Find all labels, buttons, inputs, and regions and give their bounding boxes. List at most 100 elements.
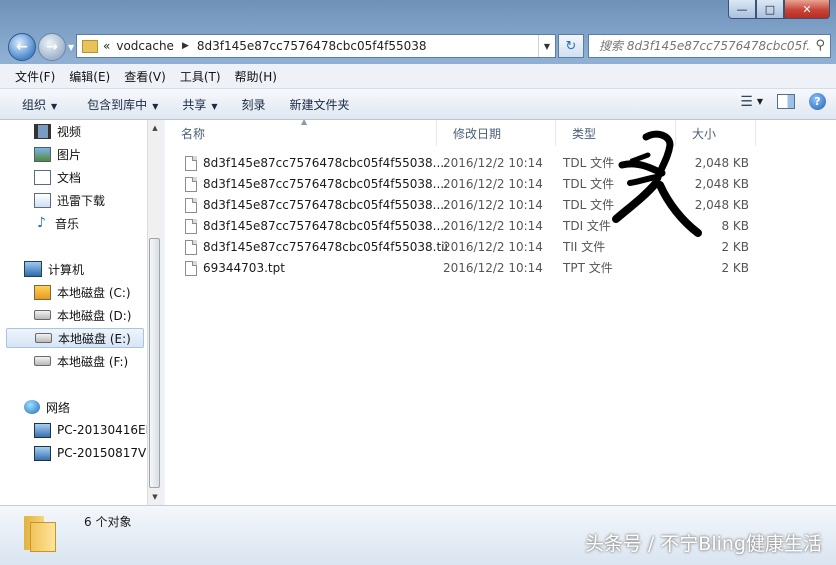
file-row[interactable]: 69344703.tpt 2016/12/2 10:14 TPT 文件 2 KB (165, 258, 836, 279)
scroll-up-icon[interactable]: ▲ (148, 120, 162, 136)
view-dropdown-icon[interactable]: ▼ (757, 97, 763, 106)
search-box[interactable]: ⚲ (588, 34, 831, 58)
file-row[interactable]: 8d3f145e87cc7576478cbc05f4f55038.... 201… (165, 174, 836, 195)
scroll-down-icon[interactable]: ▼ (148, 489, 162, 505)
forward-arrow-icon: → (46, 39, 58, 55)
menu-edit[interactable]: 编辑(E) (62, 68, 117, 85)
file-row[interactable]: 8d3f145e87cc7576478cbc05f4f55038.tii 201… (165, 237, 836, 258)
file-date: 2016/12/2 10:14 (443, 198, 543, 212)
music-library-icon: ♪ (37, 214, 46, 231)
file-name: 8d3f145e87cc7576478cbc05f4f55038.... (203, 219, 448, 233)
documents-library-icon (34, 169, 51, 185)
address-bar[interactable]: « vodcache ▶ 8d3f145e87cc7576478cbc05f4f… (76, 34, 556, 58)
back-button[interactable]: ← (8, 33, 36, 61)
nav-item-drive-d[interactable]: 本地磁盘 (D:) (34, 305, 131, 325)
search-input[interactable] (597, 38, 813, 54)
nav-item-label: 网络 (46, 400, 71, 415)
file-row[interactable]: 8d3f145e87cc7576478cbc05f4f55038.... 201… (165, 153, 836, 174)
nav-item-label: 迅雷下载 (57, 193, 106, 208)
nav-item-drive-f[interactable]: 本地磁盘 (F:) (34, 351, 128, 371)
include-in-library-label: 包含到库中 (87, 97, 148, 112)
file-name: 69344703.tpt (203, 261, 285, 275)
menu-bar: 文件(F) 编辑(E) 查看(V) 工具(T) 帮助(H) (0, 64, 836, 89)
file-date: 2016/12/2 10:14 (443, 219, 543, 233)
address-dropdown-button[interactable]: ▼ (538, 35, 555, 57)
file-name: 8d3f145e87cc7576478cbc05f4f55038.... (203, 177, 448, 191)
file-icon (185, 261, 197, 276)
include-in-library-button[interactable]: 包含到库中 ▼ (75, 96, 170, 113)
organize-button[interactable]: 组织 ▼ (10, 96, 69, 113)
scrollbar-thumb[interactable] (149, 238, 160, 488)
column-header-date[interactable]: 修改日期 (437, 120, 556, 146)
breadcrumb-separator-icon[interactable]: ▶ (182, 41, 189, 51)
nav-item-label: 本地磁盘 (C:) (57, 285, 131, 300)
nav-item-pictures[interactable]: 图片 (34, 144, 81, 164)
change-view-icon[interactable]: ☰ (740, 94, 753, 110)
share-button[interactable]: 共享 ▼ (170, 96, 229, 113)
nav-item-thunder-downloads[interactable]: 迅雷下载 (34, 190, 105, 210)
nav-item-network-pc[interactable]: PC-20150817VF (34, 443, 147, 463)
breadcrumb-current-folder[interactable]: 8d3f145e87cc7576478cbc05f4f55038 (197, 39, 427, 53)
navigation-pane: 视频 图片 文档 迅雷下载 ♪ 音乐 计算机 本地磁盘 (C:) 本地磁盘 (D:… (0, 120, 147, 505)
refresh-icon: ↻ (565, 38, 577, 54)
file-list: 名称 ▲ 修改日期 类型 大小 8d3f145e87cc7576478cbc05… (165, 120, 836, 505)
nav-item-label: 本地磁盘 (E:) (58, 331, 131, 346)
nav-item-music[interactable]: ♪ 音乐 (34, 213, 79, 233)
nav-item-label: PC-20130416EII (57, 423, 147, 437)
folder-icon (82, 39, 98, 53)
menu-tools[interactable]: 工具(T) (173, 68, 228, 85)
new-folder-button[interactable]: 新建文件夹 (278, 96, 362, 113)
pictures-library-icon (34, 146, 51, 162)
nav-item-label: 图片 (57, 147, 82, 162)
view-controls: ☰ ▼ ? (740, 93, 826, 110)
menu-file[interactable]: 文件(F) (8, 68, 62, 85)
file-date: 2016/12/2 10:14 (443, 156, 543, 170)
nav-item-label: 文档 (57, 170, 82, 185)
refresh-button[interactable]: ↻ (558, 34, 584, 58)
search-icon[interactable]: ⚲ (815, 38, 825, 53)
navigation-pane-scrollbar[interactable]: ▲ ▼ (147, 120, 162, 505)
file-type: TPT 文件 (563, 261, 613, 275)
menu-help[interactable]: 帮助(H) (228, 68, 284, 85)
explorer-window: — □ ✕ ← → ▼ « vodcache ▶ 8d3f145e87cc757… (0, 0, 836, 565)
address-overflow-chevron[interactable]: « (103, 39, 110, 53)
file-row[interactable]: 8d3f145e87cc7576478cbc05f4f55038.... 201… (165, 195, 836, 216)
thunder-download-icon (34, 192, 51, 208)
close-button[interactable]: ✕ (784, 0, 830, 19)
file-date: 2016/12/2 10:14 (443, 261, 543, 275)
nav-item-videos[interactable]: 视频 (34, 121, 81, 141)
file-icon (185, 240, 197, 255)
network-icon (24, 400, 40, 414)
nav-item-label: 计算机 (48, 262, 85, 277)
computer-icon (24, 261, 42, 277)
file-name: 8d3f145e87cc7576478cbc05f4f55038.... (203, 156, 448, 170)
watermark-text: 头条号 / 不宁Bling健康生活 (584, 533, 822, 555)
nav-item-drive-c[interactable]: 本地磁盘 (C:) (34, 282, 131, 302)
file-type: TII 文件 (563, 240, 606, 254)
nav-item-computer[interactable]: 计算机 (24, 259, 84, 279)
minimize-button[interactable]: — (728, 0, 756, 19)
preview-pane-icon[interactable] (777, 94, 795, 109)
nav-item-documents[interactable]: 文档 (34, 167, 81, 187)
forward-button[interactable]: → (38, 33, 66, 61)
chevron-down-icon: ▼ (211, 101, 218, 111)
nav-item-network-pc[interactable]: PC-20130416EII (34, 420, 147, 440)
organize-label: 组织 (22, 97, 47, 112)
burn-button[interactable]: 刻录 (230, 96, 278, 113)
drive-icon (34, 310, 51, 320)
sort-ascending-icon: ▲ (301, 120, 308, 126)
maximize-button[interactable]: □ (756, 0, 784, 19)
file-row[interactable]: 8d3f145e87cc7576478cbc05f4f55038.... 201… (165, 216, 836, 237)
nav-item-network[interactable]: 网络 (24, 397, 70, 417)
file-name: 8d3f145e87cc7576478cbc05f4f55038.tii (203, 240, 448, 254)
caption-buttons: — □ ✕ (728, 0, 830, 20)
breadcrumb-vodcache[interactable]: vodcache (116, 39, 174, 53)
file-date: 2016/12/2 10:14 (443, 177, 543, 191)
nav-item-drive-e[interactable]: 本地磁盘 (E:) (6, 328, 144, 348)
menu-view[interactable]: 查看(V) (117, 68, 173, 85)
help-icon[interactable]: ? (809, 93, 826, 110)
file-icon (185, 177, 197, 192)
command-bar: 组织 ▼ 包含到库中 ▼ 共享 ▼ 刻录 新建文件夹 ☰ ▼ ? (0, 89, 836, 120)
file-date: 2016/12/2 10:14 (443, 240, 543, 254)
file-icon (185, 198, 197, 213)
